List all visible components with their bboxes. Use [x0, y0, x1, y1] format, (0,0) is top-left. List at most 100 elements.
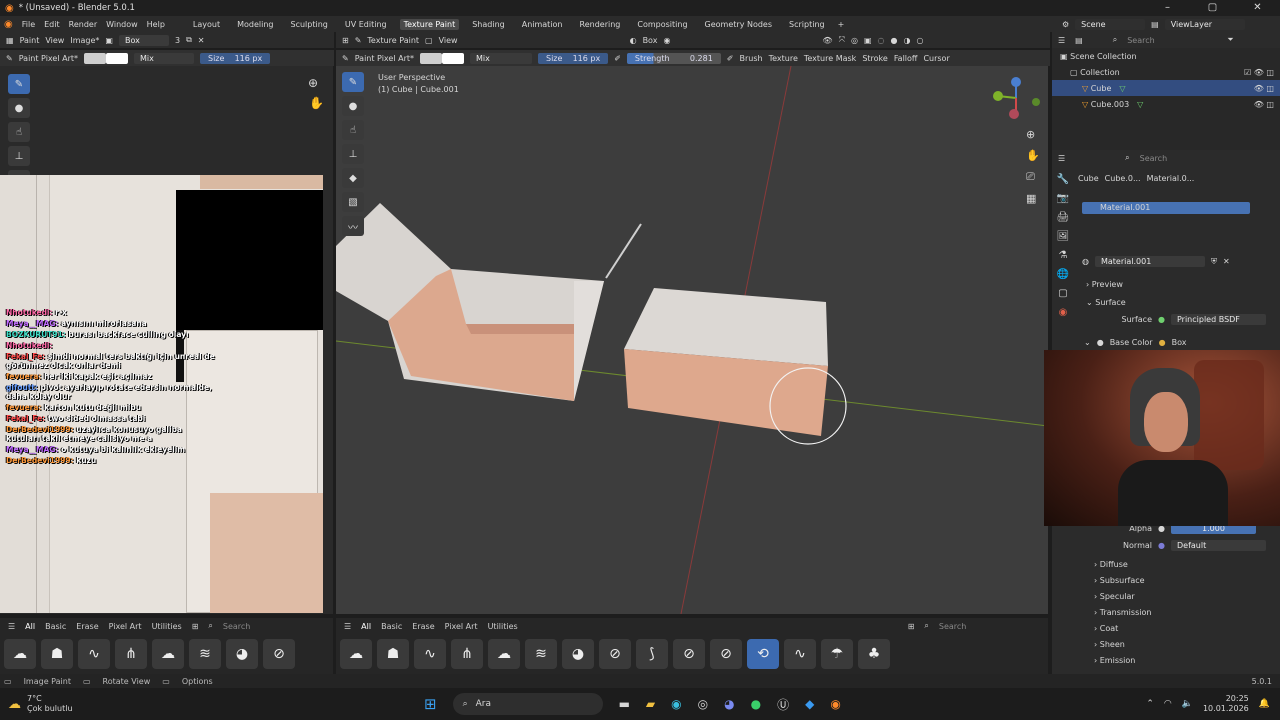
outliner-editor-type-icon[interactable]: ☰	[1058, 36, 1065, 45]
pressure-size-icon[interactable]: ✐	[614, 54, 621, 63]
spotify-icon[interactable]: ●	[751, 697, 761, 711]
collection-visibility-icons[interactable]: ☑ 👁 ◫	[1244, 68, 1280, 77]
new-image-icon[interactable]: ⧉	[186, 35, 192, 45]
vp-shelf-tab-all[interactable]: All	[361, 622, 371, 631]
gizmo-toggle-icon[interactable]: ⤧	[839, 35, 845, 45]
cube-visibility-icons[interactable]: 👁 ◫	[1254, 84, 1280, 93]
blender-menu-icon[interactable]: ◉	[4, 19, 13, 30]
vp-shelf-menu-icon[interactable]: ☰	[344, 622, 351, 631]
vp-shelf-tab-basic[interactable]: Basic	[381, 622, 402, 631]
menu-texture-mask[interactable]: Texture Mask	[804, 54, 856, 63]
brush-preset[interactable]: ◕	[226, 639, 258, 669]
view-layer-selector[interactable]: ViewLayer	[1164, 18, 1245, 30]
brush-preset[interactable]: ⟆	[636, 639, 668, 669]
brush-preset[interactable]: ∿	[414, 639, 446, 669]
blender-taskbar-icon[interactable]: ◉	[830, 697, 840, 711]
size-field[interactable]: Size 116 px	[200, 52, 271, 64]
subpanel-diffuse[interactable]: › Diffuse	[1086, 556, 1151, 572]
viewport-view-menu[interactable]: View	[439, 36, 458, 45]
outliner-row-scene-collection[interactable]: ▣ Scene Collection	[1052, 48, 1280, 64]
brush-preset[interactable]: ⊘	[673, 639, 705, 669]
render-tab-icon[interactable]: 📷	[1057, 193, 1069, 204]
notification-bell-icon[interactable]: 🔔	[1259, 699, 1270, 709]
output-tab-icon[interactable]: 🖨	[1057, 212, 1070, 223]
zoom-icon[interactable]: ⊕	[308, 76, 318, 90]
vp-shelf-tab-pixel-art[interactable]: Pixel Art	[445, 622, 478, 631]
vp-soften-tool-icon[interactable]: ●	[342, 96, 364, 116]
workspace-tab-animation[interactable]: Animation	[518, 19, 567, 30]
vp-shelf-tab-utilities[interactable]: Utilities	[488, 622, 518, 631]
shelf-tab-utilities[interactable]: Utilities	[152, 622, 182, 631]
view-layer-tab-icon[interactable]: 🖼	[1057, 231, 1070, 242]
tray-clock[interactable]: 20:25 10.01.2026	[1203, 694, 1249, 714]
3d-viewport[interactable]: ✎ ● ☝ ⊥ ◆ ▧ 〰 User Perspective (1) Cube …	[336, 66, 1048, 614]
scene-selector[interactable]: Scene	[1075, 18, 1146, 30]
vp-draw-tool-icon[interactable]: ✎	[342, 72, 364, 92]
file-explorer-icon[interactable]: ▰	[646, 697, 655, 711]
shading-solid-icon[interactable]: ●	[891, 36, 898, 45]
shelf-tab-all[interactable]: All	[25, 622, 35, 631]
brush-preset[interactable]: ☂	[821, 639, 853, 669]
viewport-editor-type-icon[interactable]: ⊞	[342, 36, 349, 45]
vp-shelf-tab-erase[interactable]: Erase	[412, 622, 434, 631]
weather-widget[interactable]: ☁ 7°C Çok bulutlu	[0, 694, 200, 714]
pan-hand-icon[interactable]: ✋	[309, 96, 324, 110]
unlink-material-icon[interactable]: ✕	[1223, 257, 1230, 266]
viewport-brush-select[interactable]: Paint Pixel Art*	[355, 54, 414, 63]
brush-preset[interactable]: ≋	[189, 639, 221, 669]
navigation-gizmo[interactable]	[988, 76, 1044, 122]
image-view-menu[interactable]: View	[45, 36, 64, 45]
workspace-tab-uv-editing[interactable]: UV Editing	[341, 19, 391, 30]
minimize-button[interactable]: –	[1145, 0, 1190, 16]
maximize-button[interactable]: ▢	[1190, 0, 1235, 16]
normal-field[interactable]: Default	[1170, 540, 1266, 551]
vpn-icon[interactable]: ◆	[805, 697, 814, 711]
vp-smear-tool-icon[interactable]: ☝	[342, 120, 364, 140]
tray-chevron-icon[interactable]: ⌃	[1146, 699, 1154, 709]
properties-editor-type-icon[interactable]: ☰	[1058, 154, 1065, 163]
subpanel-specular[interactable]: › Specular	[1086, 588, 1151, 604]
panel-surface[interactable]: ⌄ Surface	[1078, 294, 1126, 310]
workspace-tab-geometry-nodes[interactable]: Geometry Nodes	[701, 19, 776, 30]
properties-search-input[interactable]: Search	[1140, 154, 1240, 163]
shelf-grid-icon[interactable]: ⊞	[192, 622, 199, 631]
workspace-tab-shading[interactable]: Shading	[468, 19, 509, 30]
shelf-search-input[interactable]: Search	[223, 622, 250, 631]
camera-view-icon[interactable]: ⎚	[1026, 170, 1040, 184]
object-tab-icon[interactable]: ▢	[1058, 288, 1067, 299]
pressure-strength-icon[interactable]: ✐	[727, 54, 734, 63]
workspace-tab-layout[interactable]: Layout	[189, 19, 224, 30]
menu-file[interactable]: File	[22, 20, 35, 29]
material-slot-item[interactable]: Material.001	[1082, 202, 1250, 214]
viewport-primary-color-swatch[interactable]	[420, 52, 442, 64]
image-name-field[interactable]: Box	[118, 34, 169, 46]
brush-preset[interactable]: ♣	[858, 639, 890, 669]
menu-cursor[interactable]: Cursor	[923, 54, 949, 63]
windows-start-icon[interactable]: ⊞	[424, 695, 437, 713]
smear-tool-icon[interactable]: ☝	[8, 122, 30, 142]
world-tab-icon[interactable]: 🌐	[1057, 269, 1069, 280]
material-name-field[interactable]: Material.001	[1094, 256, 1205, 267]
viewport-secondary-color-swatch[interactable]	[442, 52, 464, 64]
menu-brush[interactable]: Brush	[739, 54, 762, 63]
surface-shader-field[interactable]: Principled BSDF	[1170, 314, 1266, 325]
outliner-row-cube[interactable]: ▽ Cube ▽ 👁 ◫	[1052, 80, 1280, 96]
menu-edit[interactable]: Edit	[44, 20, 60, 29]
vp-shelf-grid-icon[interactable]: ⊞	[908, 622, 915, 631]
brush-select[interactable]: Paint Pixel Art*	[19, 54, 78, 63]
mirror-icon[interactable]: ◉	[663, 36, 670, 45]
menu-texture[interactable]: Texture	[769, 54, 798, 63]
menu-stroke[interactable]: Stroke	[862, 54, 888, 63]
editor-type-icon[interactable]: ▦	[6, 36, 14, 45]
brush-preset[interactable]: ∿	[78, 639, 110, 669]
close-button[interactable]: ✕	[1235, 0, 1280, 16]
shading-wire-icon[interactable]: ◌	[878, 36, 885, 45]
material-tab-icon[interactable]: ◉	[1059, 307, 1068, 318]
outliner-search-input[interactable]: Search	[1127, 36, 1217, 45]
vp-shelf-search-input[interactable]: Search	[939, 622, 966, 631]
viewport-blend-select[interactable]: Mix	[470, 52, 532, 64]
task-view-icon[interactable]: ▬	[619, 697, 630, 711]
secondary-color-swatch[interactable]	[106, 52, 128, 64]
unreal-engine-icon[interactable]: Ⓤ	[777, 696, 789, 713]
image-mode-select[interactable]: Paint	[20, 36, 40, 45]
